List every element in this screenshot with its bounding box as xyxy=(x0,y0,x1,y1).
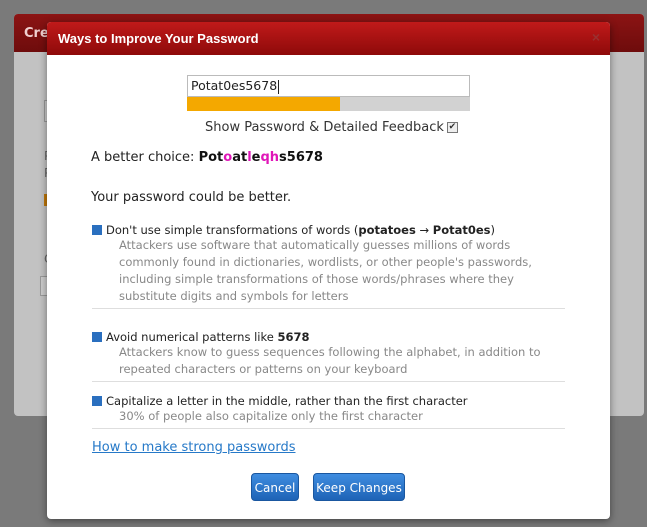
tip-title: Capitalize a letter in the middle, rathe… xyxy=(92,394,565,408)
tip-title-bold: 5678 xyxy=(277,330,310,344)
better-choice-highlighted-part: qh xyxy=(260,150,280,165)
strong-passwords-help-link[interactable]: How to make strong passwords xyxy=(92,440,296,455)
close-icon[interactable]: × xyxy=(592,29,600,45)
bullet-square-icon xyxy=(92,331,102,342)
tip-title-text: Avoid numerical patterns like xyxy=(106,330,278,344)
tip-item: Avoid numerical patterns like 5678 Attac… xyxy=(92,330,565,382)
background-title-fragment: Cre xyxy=(24,26,49,41)
better-choice-highlighted-part: o xyxy=(223,150,233,165)
password-feedback-dialog: Ways to Improve Your Password × Potat0es… xyxy=(47,22,610,519)
password-field-group: Potat0es5678 xyxy=(187,75,470,111)
better-choice-part: Pot xyxy=(198,150,224,165)
password-value: Potat0es5678 xyxy=(191,78,278,93)
tip-title-text: ) xyxy=(490,223,496,237)
bullet-square-icon xyxy=(92,395,102,406)
tip-description: Attackers know to guess sequences follow… xyxy=(119,345,541,376)
tip-title-arrow: → xyxy=(415,223,433,237)
dialog-title: Ways to Improve Your Password xyxy=(58,31,259,46)
tip-title: Avoid numerical patterns like 5678 xyxy=(92,330,565,344)
cancel-button[interactable]: Cancel xyxy=(251,473,299,501)
better-choice-password: Potoatleqhs5678 xyxy=(199,150,323,165)
strength-meter-fill xyxy=(187,97,340,111)
better-choice: A better choice: Potoatleqhs5678 xyxy=(91,150,323,165)
tip-title-bold: Potat0es xyxy=(432,223,491,237)
tip-description: 30% of people also capitalize only the f… xyxy=(119,409,423,423)
tip-item: Don't use simple transformations of word… xyxy=(92,223,565,309)
password-verdict: Your password could be better. xyxy=(91,190,292,205)
bullet-square-icon xyxy=(92,224,102,235)
better-choice-part: at xyxy=(232,150,248,165)
show-password-label: Show Password & Detailed Feedback xyxy=(205,120,444,135)
tip-item: Capitalize a letter in the middle, rathe… xyxy=(92,394,565,429)
tip-title-bold: potatoes xyxy=(358,223,416,237)
show-password-checkbox[interactable]: ✔ xyxy=(446,122,458,133)
tip-title-text: Don't use simple transformations of word… xyxy=(106,223,359,237)
dialog-header: Ways to Improve Your Password × xyxy=(47,22,610,55)
text-caret xyxy=(278,79,280,94)
better-choice-part: s5678 xyxy=(279,150,323,165)
tip-title: Don't use simple transformations of word… xyxy=(92,223,565,237)
keep-changes-button[interactable]: Keep Changes xyxy=(313,473,405,501)
password-input[interactable]: Potat0es5678 xyxy=(187,75,470,97)
tip-description: Attackers use software that automaticall… xyxy=(119,238,532,303)
strength-meter xyxy=(187,97,470,111)
tip-title-text: Capitalize a letter in the middle, rathe… xyxy=(106,394,468,408)
show-password-toggle[interactable]: Show Password & Detailed Feedback ✔ xyxy=(205,120,458,135)
better-choice-label: A better choice: xyxy=(91,150,199,165)
